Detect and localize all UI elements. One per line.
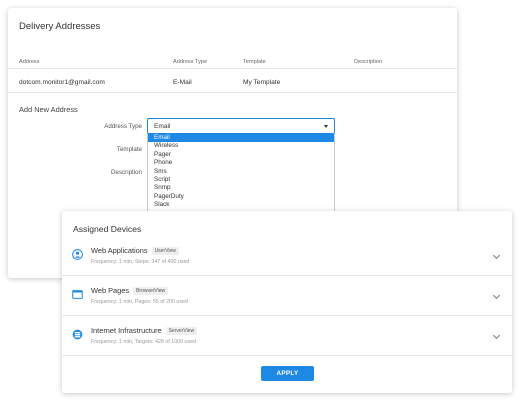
chevron-down-icon[interactable] — [492, 331, 501, 340]
device-badge: UserView — [151, 247, 179, 255]
dropdown-option-email[interactable]: Email — [148, 134, 334, 143]
divider — [62, 355, 512, 356]
dropdown-option-sms[interactable]: Sms — [148, 168, 334, 176]
dropdown-option-snmp[interactable]: Snmp — [148, 184, 334, 192]
divider — [8, 92, 457, 93]
address-type-value: Email — [154, 123, 171, 130]
description-label: Description — [111, 169, 142, 176]
assigned-devices-card: Assigned Devices Web Applications UserVie… — [62, 211, 512, 393]
address-type-dropdown: Email Wireless Pager Phone Sms Script Sn… — [147, 134, 335, 216]
device-badge: ServerView — [165, 327, 198, 335]
column-header-description: Description — [354, 59, 382, 65]
device-row-internet-infrastructure[interactable]: Internet Infrastructure ServerView Freque… — [62, 316, 512, 356]
dropdown-option-pagerduty[interactable]: PagerDuty — [148, 193, 334, 201]
table-cell-address: dotcom.monitor1@gmail.com — [19, 79, 105, 86]
device-meta: Frequency: 1 min, Steps: 347 of 400 used — [91, 259, 190, 265]
apply-button[interactable]: APPLY — [261, 366, 314, 381]
device-row-web-pages[interactable]: Web Pages BrowserView Frequency: 1 min, P… — [62, 276, 512, 316]
browser-view-icon — [72, 290, 83, 299]
dropdown-option-pager[interactable]: Pager — [148, 151, 334, 159]
dropdown-option-slack[interactable]: Slack — [148, 201, 334, 209]
device-badge: BrowserView — [133, 287, 169, 295]
column-header-template: Template — [243, 59, 266, 65]
dropdown-option-phone[interactable]: Phone — [148, 159, 334, 167]
column-header-address-type: Address Type — [173, 59, 208, 65]
delivery-title: Delivery Addresses — [19, 21, 101, 32]
device-name: Web Pages BrowserView — [91, 286, 169, 295]
device-meta: Frequency: 1 min, Pages: 55 of 200 used — [91, 299, 188, 305]
table-cell-template: My Template — [243, 79, 281, 86]
server-view-icon — [72, 329, 83, 340]
device-name: Internet Infrastructure ServerView — [91, 326, 198, 335]
chevron-down-icon[interactable] — [492, 251, 501, 260]
user-view-icon — [72, 249, 83, 260]
table-cell-type: E-Mail — [173, 79, 192, 86]
address-type-label: Address Type — [104, 123, 142, 130]
template-label: Template — [116, 146, 142, 153]
dropdown-option-wireless[interactable]: Wireless — [148, 142, 334, 150]
add-new-address-heading: Add New Address — [19, 105, 78, 114]
divider — [8, 68, 457, 69]
column-header-address: Address — [19, 59, 40, 65]
address-type-select[interactable]: Email — [147, 118, 335, 134]
dropdown-option-script[interactable]: Script — [148, 176, 334, 184]
device-row-web-applications[interactable]: Web Applications UserView Frequency: 1 mi… — [62, 236, 512, 276]
assigned-title: Assigned Devices — [73, 224, 142, 234]
chevron-down-icon[interactable] — [492, 291, 501, 300]
device-meta: Frequency: 1 min, Targets: 428 of 1000 u… — [91, 339, 197, 345]
device-name: Web Applications UserView — [91, 246, 179, 255]
caret-down-icon — [324, 125, 328, 128]
